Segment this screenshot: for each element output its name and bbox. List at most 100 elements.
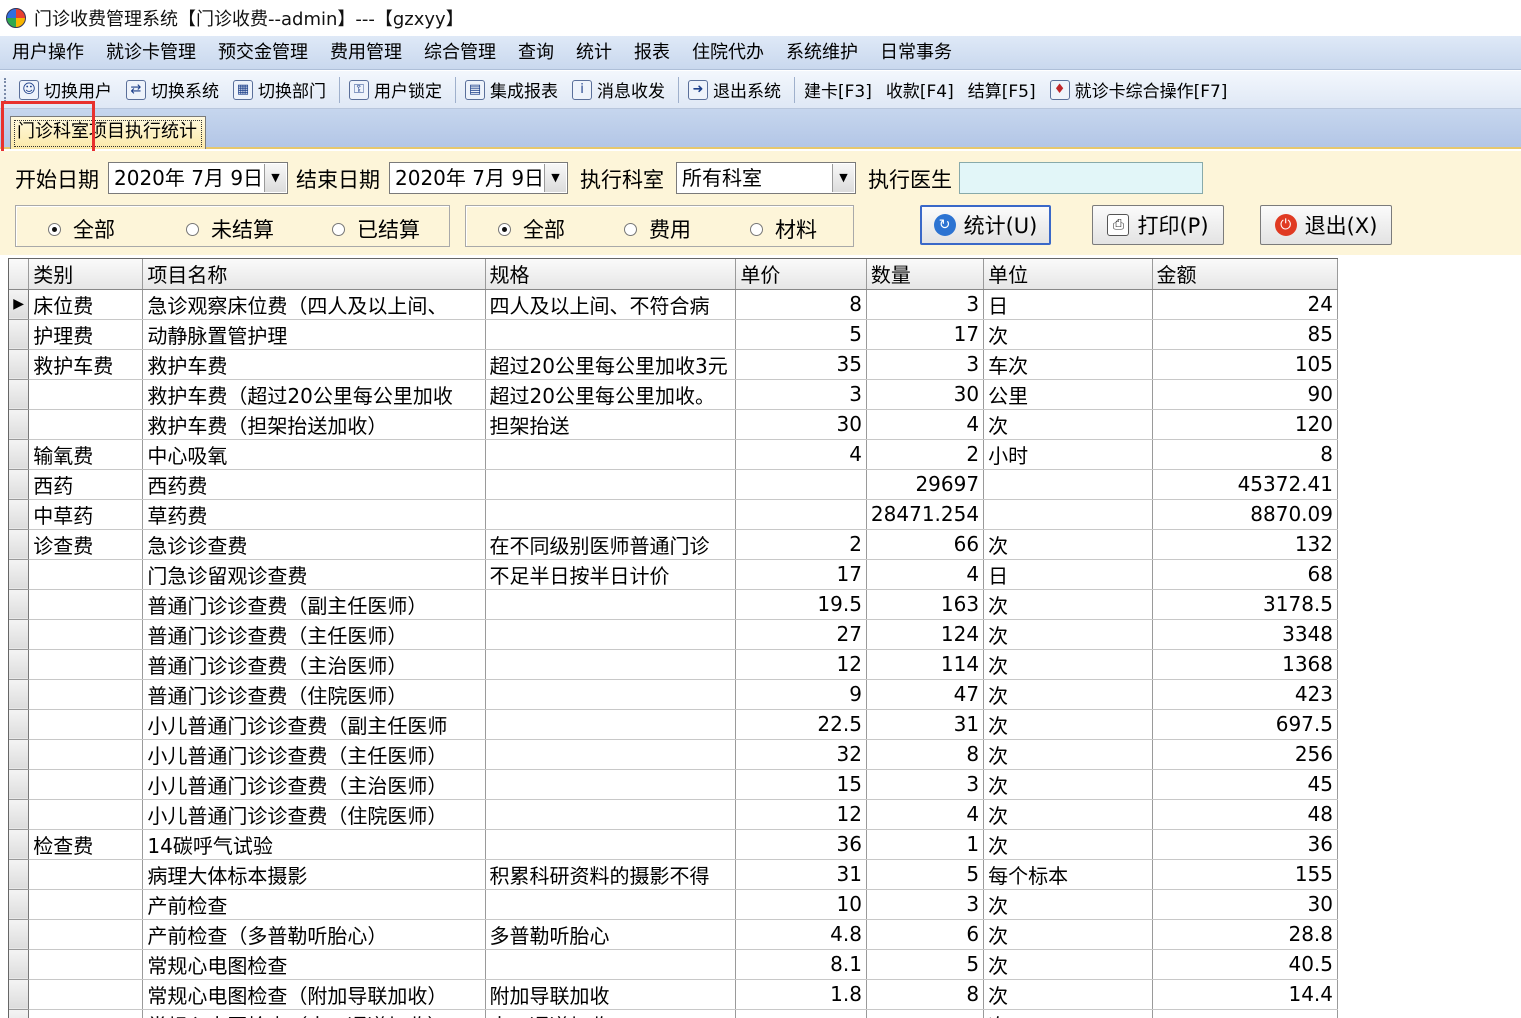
cell-spec[interactable] <box>485 469 737 500</box>
cell-category[interactable]: 护理费 <box>28 319 144 350</box>
cell-unit-price[interactable] <box>735 499 867 530</box>
row-indicator[interactable] <box>9 889 30 920</box>
cell-category[interactable] <box>28 919 144 950</box>
cell-category[interactable] <box>28 649 144 680</box>
cell-unit-price[interactable]: 35 <box>735 349 867 380</box>
cell-amount[interactable]: 155 <box>1152 859 1338 890</box>
cell-category[interactable] <box>28 739 144 770</box>
cell-quantity[interactable]: 1 <box>866 829 985 860</box>
column-header-unit[interactable]: 单位 <box>983 259 1153 290</box>
cell-unit-price[interactable]: 15 <box>735 769 867 800</box>
exit-button[interactable]: ⏻ 退出(X) <box>1260 205 1392 245</box>
table-row[interactable]: 普通门诊诊查费（副主任医师） 19.5 163 次 3178.5 <box>9 589 1338 620</box>
cell-category[interactable] <box>28 769 144 800</box>
table-row[interactable]: 小儿普通门诊诊查费（住院医师） 12 4 次 48 <box>9 799 1338 830</box>
cell-quantity[interactable]: 5 <box>866 859 985 890</box>
cell-category[interactable] <box>28 559 144 590</box>
cell-unit-price[interactable]: 19.5 <box>735 589 867 620</box>
radio-type-all[interactable]: 全部 <box>498 214 565 244</box>
cell-category[interactable] <box>28 409 144 440</box>
cell-item-name[interactable]: 急诊诊查费 <box>142 529 486 560</box>
row-indicator[interactable] <box>9 469 30 500</box>
cell-category[interactable]: 检查费 <box>28 829 144 860</box>
cell-unit-price[interactable]: 30 <box>735 409 867 440</box>
cell-quantity[interactable]: 3 <box>866 289 985 320</box>
cell-spec[interactable]: 不足半日按半日计价 <box>485 559 737 590</box>
switch-user-button[interactable]: ☺ 切换用户 <box>14 75 117 105</box>
row-indicator[interactable] <box>9 829 30 860</box>
column-header-amount[interactable]: 金额 <box>1152 259 1338 290</box>
cell-quantity[interactable] <box>866 1009 985 1018</box>
cell-amount[interactable]: 1368 <box>1152 649 1338 680</box>
cell-spec[interactable] <box>485 439 737 470</box>
cell-quantity[interactable]: 3 <box>866 349 985 380</box>
cell-amount[interactable]: 256 <box>1152 739 1338 770</box>
menu-deposit-management[interactable]: 预交金管理 <box>210 38 316 68</box>
row-indicator[interactable] <box>9 499 30 530</box>
cell-unit-price[interactable]: 31 <box>735 859 867 890</box>
collect-button[interactable]: 收款[F4] <box>881 75 959 105</box>
message-button[interactable]: i 消息收发 <box>567 75 670 105</box>
cell-unit[interactable]: 每个标本 <box>983 859 1153 890</box>
cell-unit[interactable]: 次 <box>983 319 1153 350</box>
cell-item-name[interactable]: 小儿普通门诊诊查费（主任医师） <box>142 739 486 770</box>
cell-spec[interactable]: 超过20公里每公里加收3元 <box>485 349 737 380</box>
cell-unit-price[interactable]: 17 <box>735 559 867 590</box>
table-row[interactable]: 救护车费 救护车费 超过20公里每公里加收3元 35 3 车次 105 <box>9 349 1338 380</box>
row-indicator[interactable] <box>9 799 30 830</box>
cell-spec[interactable]: 多普勒听胎心 <box>485 919 737 950</box>
cell-amount[interactable]: 8 <box>1152 439 1338 470</box>
table-row[interactable]: 西药 西药费 29697 45372.41 <box>9 469 1338 500</box>
row-indicator[interactable] <box>9 349 30 380</box>
cell-unit[interactable]: 次 <box>983 1009 1153 1018</box>
row-indicator[interactable] <box>9 619 30 650</box>
table-row[interactable]: 中草药 草药费 28471.254 8870.09 <box>9 499 1338 530</box>
cell-quantity[interactable]: 17 <box>866 319 985 350</box>
cell-spec[interactable] <box>485 619 737 650</box>
cell-unit[interactable]: 次 <box>983 409 1153 440</box>
cell-item-name[interactable]: 动静脉置管护理 <box>142 319 486 350</box>
cell-item-name[interactable]: 西药费 <box>142 469 486 500</box>
cell-unit-price[interactable]: 22.5 <box>735 709 867 740</box>
cell-category[interactable] <box>28 949 144 980</box>
table-row[interactable]: 常规心电图检查（十二通道加收）十二通道加收 次 <box>9 1009 1338 1018</box>
table-row[interactable]: 普通门诊诊查费（主治医师） 12 114 次 1368 <box>9 649 1338 680</box>
menu-statistics[interactable]: 统计 <box>568 38 620 68</box>
current-row-pointer-icon[interactable]: ▶ <box>9 289 30 320</box>
cell-unit[interactable]: 次 <box>983 589 1153 620</box>
menu-system-maintenance[interactable]: 系统维护 <box>778 38 866 68</box>
radio-type-material[interactable]: 材料 <box>750 214 817 244</box>
cell-quantity[interactable]: 4 <box>866 409 985 440</box>
cell-unit[interactable]: 公里 <box>983 379 1153 410</box>
cell-item-name[interactable]: 普通门诊诊查费（主任医师） <box>142 619 486 650</box>
menu-query[interactable]: 查询 <box>510 38 562 68</box>
new-card-button[interactable]: 建卡[F3] <box>799 75 877 105</box>
chevron-down-icon[interactable]: ▼ <box>544 164 566 192</box>
table-row[interactable]: 小儿普通门诊诊查费（主治医师） 15 3 次 45 <box>9 769 1338 800</box>
cell-amount[interactable]: 423 <box>1152 679 1338 710</box>
chevron-down-icon[interactable]: ▼ <box>832 164 854 192</box>
cell-item-name[interactable]: 产前检查 <box>142 889 486 920</box>
cell-item-name[interactable]: 常规心电图检查 <box>142 949 486 980</box>
cell-spec[interactable] <box>485 889 737 920</box>
cell-amount[interactable] <box>1152 1009 1338 1018</box>
cell-item-name[interactable]: 救护车费（担架抬送加收） <box>142 409 486 440</box>
cell-item-name[interactable]: 中心吸氧 <box>142 439 486 470</box>
table-row[interactable]: 输氧费 中心吸氧 4 2 小时 8 <box>9 439 1338 470</box>
cell-item-name[interactable]: 病理大体标本摄影 <box>142 859 486 890</box>
cell-unit-price[interactable]: 8 <box>735 289 867 320</box>
cell-item-name[interactable]: 普通门诊诊查费（副主任医师） <box>142 589 486 620</box>
cell-unit[interactable] <box>983 469 1153 500</box>
cell-item-name[interactable]: 常规心电图检查（十二通道加收） <box>142 1009 486 1018</box>
cell-quantity[interactable]: 6 <box>866 919 985 950</box>
row-indicator[interactable] <box>9 529 30 560</box>
cell-spec[interactable] <box>485 829 737 860</box>
cell-quantity[interactable]: 28471.254 <box>866 499 985 530</box>
cell-item-name[interactable]: 小儿普通门诊诊查费（副主任医师 <box>142 709 486 740</box>
cell-category[interactable]: 救护车费 <box>28 349 144 380</box>
cell-category[interactable] <box>28 619 144 650</box>
cell-quantity[interactable]: 29697 <box>866 469 985 500</box>
cell-unit[interactable]: 次 <box>983 619 1153 650</box>
menu-general-management[interactable]: 综合管理 <box>416 38 504 68</box>
cell-category[interactable]: 床位费 <box>28 289 144 320</box>
